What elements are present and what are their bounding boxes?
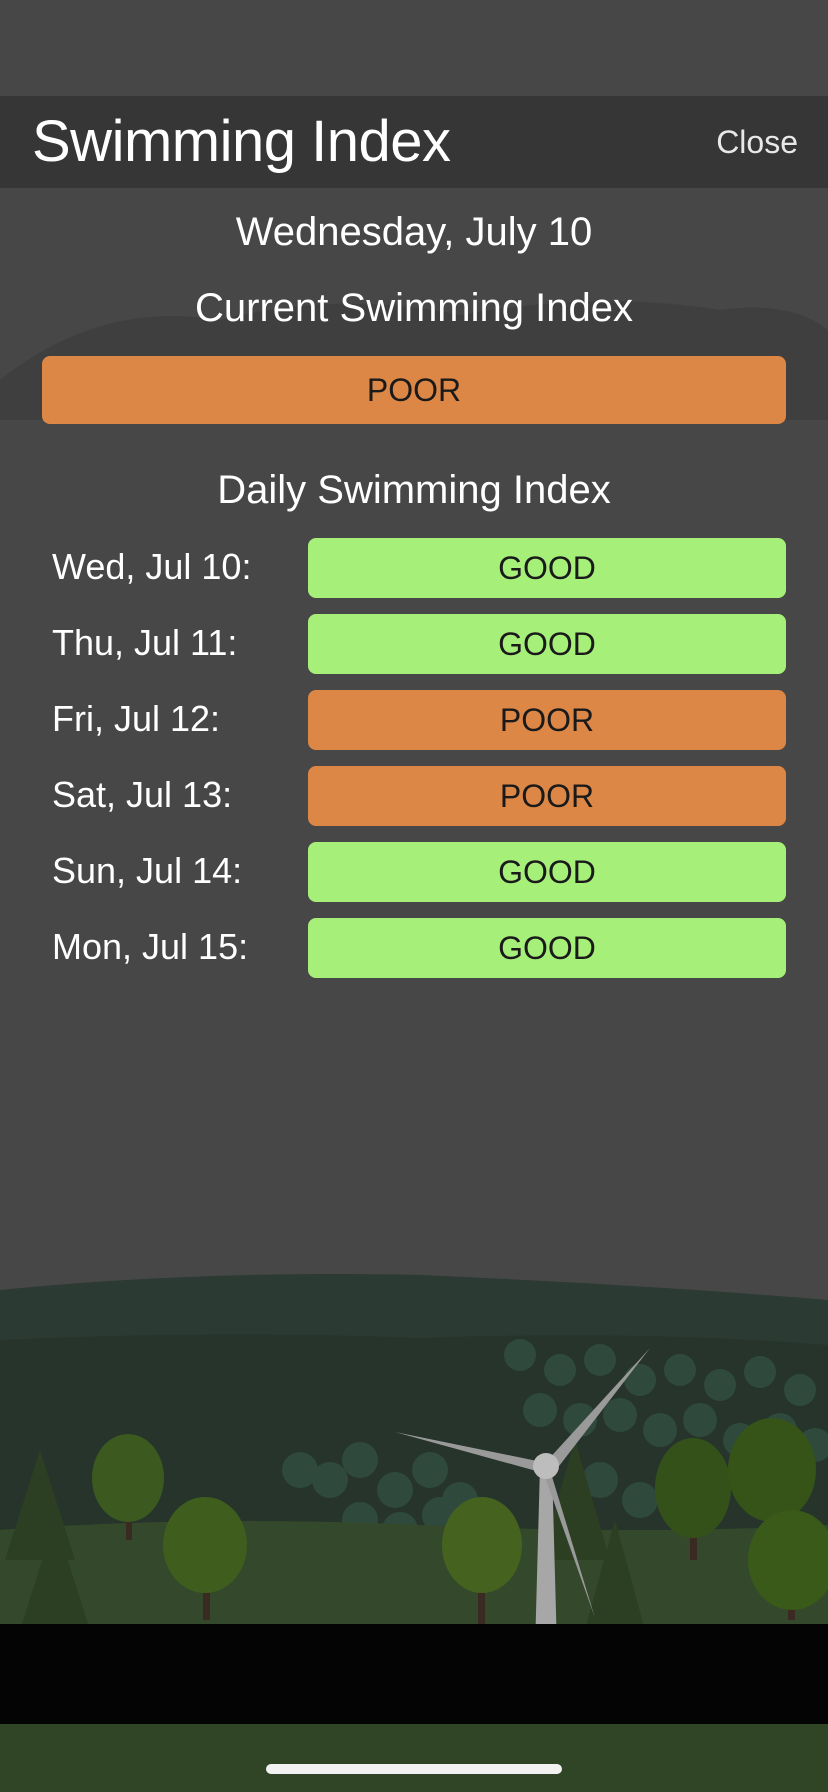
day-label: Fri, Jul 12: bbox=[52, 698, 221, 739]
day-index-badge: GOOD bbox=[308, 538, 786, 598]
day-label: Thu, Jul 11: bbox=[52, 622, 238, 663]
daily-row: Sat, Jul 13: POOR bbox=[0, 766, 828, 826]
header-bar: Swimming Index Close bbox=[0, 96, 828, 188]
page-title: Swimming Index bbox=[32, 109, 451, 174]
daily-index-heading: Daily Swimming Index bbox=[217, 468, 611, 512]
daily-row: Fri, Jul 12: POOR bbox=[0, 690, 828, 750]
day-index-badge: GOOD bbox=[308, 614, 786, 674]
day-label: Mon, Jul 15: bbox=[52, 926, 249, 967]
daily-row: Wed, Jul 10: GOOD bbox=[0, 538, 828, 598]
daily-row: Thu, Jul 11: GOOD bbox=[0, 614, 828, 674]
daily-row: Mon, Jul 15: GOOD bbox=[0, 918, 828, 978]
day-index-badge: GOOD bbox=[308, 918, 786, 978]
bottom-bar bbox=[0, 1624, 828, 1724]
day-index-badge: POOR bbox=[308, 766, 786, 826]
current-index-heading: Current Swimming Index bbox=[195, 286, 633, 330]
day-label: Sun, Jul 14: bbox=[52, 850, 243, 891]
day-index-badge: POOR bbox=[308, 690, 786, 750]
day-index-badge: GOOD bbox=[308, 842, 786, 902]
day-label: Sat, Jul 13: bbox=[52, 774, 233, 815]
daily-row: Sun, Jul 14: GOOD bbox=[0, 842, 828, 902]
swimming-index-screen: Swimming Index Close Wednesday, July 10 … bbox=[0, 0, 828, 1792]
home-indicator[interactable] bbox=[266, 1764, 562, 1774]
day-label: Wed, Jul 10: bbox=[52, 546, 252, 587]
current-index-badge: POOR bbox=[42, 356, 786, 424]
close-button[interactable]: Close bbox=[716, 124, 798, 161]
date-heading: Wednesday, July 10 bbox=[235, 210, 593, 254]
